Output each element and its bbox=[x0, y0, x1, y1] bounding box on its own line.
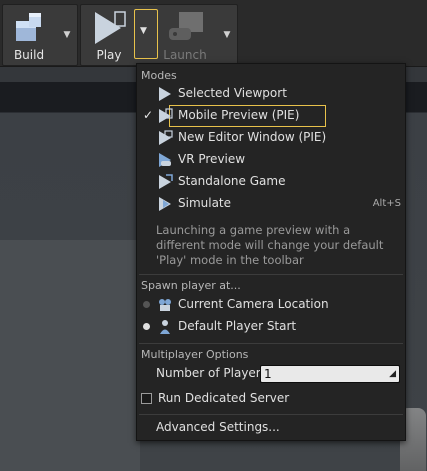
level-toolbar: Build ▼ Play Launch ▼ ▼ bbox=[0, 0, 427, 67]
spawn-option-camera-location[interactable]: Current Camera Location bbox=[137, 294, 405, 316]
spawn-option-label: Current Camera Location bbox=[178, 297, 329, 311]
build-label: Build bbox=[13, 48, 45, 62]
number-of-players-label: Number of Players bbox=[156, 366, 267, 380]
mode-item-label: Simulate bbox=[178, 196, 232, 210]
play-launch-group: Play Launch ▼ bbox=[80, 4, 238, 66]
simulate-shortcut: Alt+S bbox=[372, 198, 401, 209]
play-button[interactable]: Play bbox=[85, 5, 133, 65]
build-button-group: Build ▼ bbox=[2, 4, 78, 66]
mode-item-label: Standalone Game bbox=[178, 174, 286, 188]
vr-preview-icon bbox=[159, 153, 171, 167]
number-of-players-input[interactable] bbox=[264, 367, 384, 381]
radio-button bbox=[143, 301, 150, 308]
mode-item-selected-viewport[interactable]: Selected Viewport bbox=[137, 83, 405, 105]
number-of-players-spinbox[interactable]: ◢ bbox=[260, 365, 400, 383]
run-dedicated-server-row[interactable]: Run Dedicated Server bbox=[137, 388, 405, 410]
advanced-settings-item[interactable]: Advanced Settings... bbox=[137, 417, 405, 439]
mode-item-label: Selected Viewport bbox=[178, 86, 287, 100]
checkmark-icon: ✓ bbox=[143, 108, 154, 122]
divider bbox=[139, 274, 403, 275]
divider bbox=[139, 343, 403, 344]
multiplayer-section-header: Multiplayer Options bbox=[141, 348, 249, 361]
mode-item-label: New Editor Window (PIE) bbox=[178, 130, 327, 144]
run-dedicated-server-checkbox[interactable] bbox=[141, 393, 152, 404]
spawn-section-header: Spawn player at... bbox=[141, 279, 241, 292]
launch-icon bbox=[169, 12, 203, 40]
launch-options-chevron-icon[interactable]: ▼ bbox=[221, 27, 233, 43]
divider bbox=[139, 414, 403, 415]
play-icon bbox=[95, 11, 126, 44]
launch-label: Launch bbox=[163, 48, 207, 62]
play-options-chevron-icon: ▼ bbox=[140, 26, 147, 36]
spawn-option-label: Default Player Start bbox=[178, 319, 297, 333]
advanced-settings-label: Advanced Settings... bbox=[156, 420, 280, 434]
build-icon bbox=[16, 13, 41, 41]
mode-item-new-editor-window[interactable]: New Editor Window (PIE) bbox=[137, 127, 405, 149]
viewport-floor bbox=[0, 240, 140, 471]
play-options-dropdown-button[interactable]: ▼ bbox=[134, 9, 158, 59]
mode-item-vr-preview[interactable]: VR Preview bbox=[137, 149, 405, 171]
mode-item-simulate[interactable]: Simulate Alt+S bbox=[137, 193, 405, 215]
run-dedicated-server-label: Run Dedicated Server bbox=[158, 391, 290, 405]
play-options-menu: Modes Selected Viewport ✓ Mobile Preview… bbox=[136, 63, 406, 441]
mobile-preview-icon bbox=[159, 108, 173, 123]
play-icon bbox=[159, 87, 171, 101]
play-label: Play bbox=[96, 48, 122, 62]
build-options-chevron-icon[interactable]: ▼ bbox=[61, 27, 73, 43]
camera-location-icon bbox=[159, 299, 171, 311]
mode-item-label: VR Preview bbox=[178, 152, 246, 166]
mode-item-mobile-preview[interactable]: ✓ Mobile Preview (PIE) bbox=[137, 105, 405, 127]
spinbox-drag-icon[interactable]: ◢ bbox=[389, 369, 396, 379]
radio-button-selected bbox=[143, 323, 150, 330]
player-start-icon bbox=[160, 320, 170, 334]
mode-item-standalone-game[interactable]: Standalone Game bbox=[137, 171, 405, 193]
play-mode-description: Launching a game preview with a differen… bbox=[156, 223, 384, 267]
simulate-icon bbox=[159, 197, 171, 211]
build-button[interactable]: Build bbox=[5, 5, 53, 65]
new-window-icon bbox=[159, 130, 173, 145]
spawn-option-default-player-start[interactable]: Default Player Start bbox=[137, 316, 405, 338]
modes-section-header: Modes bbox=[141, 69, 177, 82]
standalone-game-icon bbox=[159, 174, 173, 189]
launch-button[interactable]: Launch bbox=[161, 5, 209, 65]
mode-item-label: Mobile Preview (PIE) bbox=[178, 108, 300, 122]
